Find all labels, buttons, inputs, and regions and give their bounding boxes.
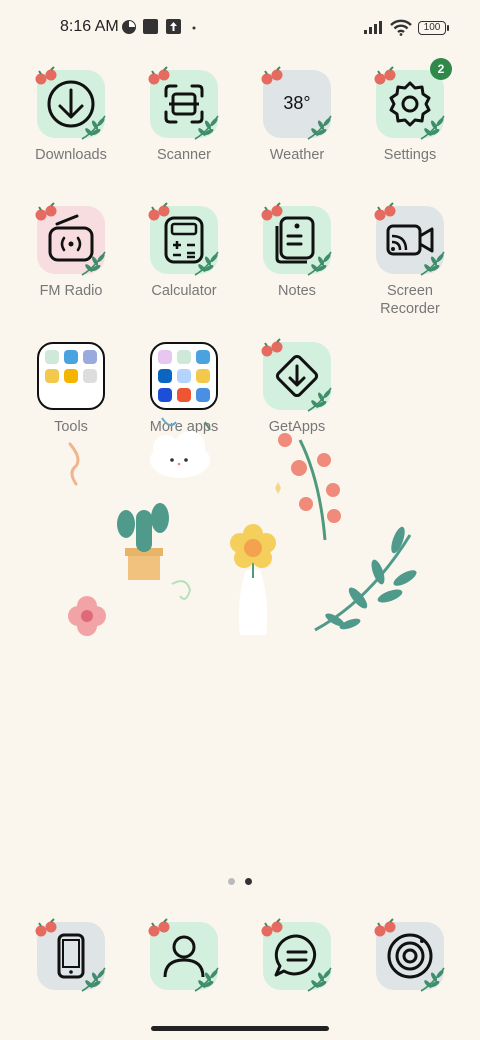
signal-icon <box>364 21 382 34</box>
wallpaper-illustration <box>68 417 417 636</box>
app-screen-recorder-tile[interactable] <box>374 202 445 276</box>
app-label: Notes <box>278 283 316 299</box>
app-calculator[interactable]: Calculator <box>132 202 236 300</box>
pink-flower-icon <box>68 596 106 636</box>
cactus-icon <box>117 503 169 580</box>
berry-decoration-icon <box>261 66 283 85</box>
leaf-decoration-icon <box>81 115 106 140</box>
app-weather-temperature: 38° <box>283 93 311 113</box>
berry-decoration-icon <box>261 202 283 221</box>
leaf-decoration-icon <box>307 251 332 276</box>
berry-decoration-icon <box>35 918 57 937</box>
app-downloads[interactable]: Downloads <box>19 66 123 164</box>
folder-mini-app-icon <box>45 369 59 383</box>
app-label: Calculator <box>151 283 217 299</box>
battery-icon: 100 <box>418 21 446 35</box>
dock-camera[interactable] <box>358 918 462 992</box>
app-settings[interactable]: 2 Settings <box>358 58 462 164</box>
app-notes-tile[interactable] <box>261 202 332 276</box>
app-settings-tile[interactable]: 2 <box>374 58 452 140</box>
gesture-bar[interactable] <box>151 1026 329 1031</box>
app-label: Weather <box>269 147 325 163</box>
upload-notification-icon <box>166 19 181 34</box>
berry-branch-icon <box>278 433 341 541</box>
app-weather[interactable]: 38° Weather <box>245 66 349 164</box>
app-fm-radio[interactable]: FM Radio <box>19 202 123 300</box>
berry-decoration-icon <box>374 202 396 221</box>
berry-decoration-icon <box>261 918 283 937</box>
app-notification-icon <box>143 19 158 34</box>
battery-tip <box>447 25 449 31</box>
berry-decoration-icon <box>35 66 57 85</box>
berry-decoration-icon <box>148 66 170 85</box>
app-weather-tile[interactable]: 38° <box>261 66 332 140</box>
berry-decoration-icon <box>374 66 396 85</box>
folder-mini-app-icon <box>158 369 172 383</box>
notification-icon <box>122 20 136 34</box>
leaf-decoration-icon <box>194 251 219 276</box>
leaf-decoration-icon <box>420 115 445 140</box>
folder-mini-app-icon <box>64 369 78 383</box>
folder-mini-app-icon <box>158 350 172 364</box>
leaf-decoration-icon <box>81 251 106 276</box>
app-notes[interactable]: Notes <box>245 202 349 300</box>
app-scanner-tile[interactable] <box>148 66 219 140</box>
berry-decoration-icon <box>374 918 396 937</box>
status-bar: 8:16 AM 100 <box>0 0 480 56</box>
page-dot-1[interactable] <box>228 878 235 885</box>
folder-mini-app-icon <box>177 350 191 364</box>
folder-mini-app-icon <box>45 350 59 364</box>
flower-vase-icon <box>230 524 276 635</box>
folder-mini-app-icon <box>64 350 78 364</box>
folder-mini-app-icon <box>83 369 97 383</box>
berry-decoration-icon <box>261 338 283 357</box>
leaf-decoration-icon <box>194 967 219 992</box>
dock-messages-tile[interactable] <box>261 918 332 992</box>
app-calculator-tile[interactable] <box>148 202 219 276</box>
berry-decoration-icon <box>35 202 57 221</box>
berry-decoration-icon <box>148 918 170 937</box>
app-label: Downloads <box>35 147 107 163</box>
app-label: Settings <box>383 147 437 163</box>
app-screen-recorder[interactable]: Screen Recorder <box>358 202 462 318</box>
folder-mini-app-icon <box>177 369 191 383</box>
wifi-icon <box>390 19 412 36</box>
leaf-decoration-icon <box>420 251 445 276</box>
dock-contacts-tile[interactable] <box>148 918 219 992</box>
app-label: Screen Recorder <box>380 283 440 317</box>
status-time: 8:16 AM <box>60 18 119 35</box>
folder-mini-app-icon <box>196 350 210 364</box>
dock-phone-tile[interactable] <box>35 918 106 992</box>
app-downloads-tile[interactable] <box>35 66 106 140</box>
folder-mini-app-icon <box>83 350 97 364</box>
battery-level: 100 <box>423 22 441 33</box>
dock-phone[interactable] <box>19 918 123 992</box>
app-fm-radio-tile[interactable] <box>35 202 106 276</box>
berry-decoration-icon <box>148 202 170 221</box>
leafy-branch-icon <box>314 526 417 632</box>
app-label: FM Radio <box>39 283 103 299</box>
page-indicator[interactable] <box>0 878 480 888</box>
leaf-decoration-icon <box>420 967 445 992</box>
app-label: Scanner <box>156 147 211 163</box>
app-scanner[interactable]: Scanner <box>132 66 236 164</box>
leaf-decoration-icon <box>307 115 332 140</box>
notification-badge: 2 <box>430 58 452 80</box>
cloud-icon <box>150 431 210 478</box>
dock-messages[interactable] <box>245 918 349 992</box>
leaf-decoration-icon <box>194 115 219 140</box>
leaf-decoration-icon <box>81 967 106 992</box>
more-notifications-icon <box>192 26 196 30</box>
dock-camera-tile[interactable] <box>374 918 445 992</box>
leaf-decoration-icon <box>307 967 332 992</box>
dock-contacts[interactable] <box>132 918 236 992</box>
page-dot-2[interactable] <box>245 878 252 885</box>
folder-mini-app-icon <box>196 369 210 383</box>
